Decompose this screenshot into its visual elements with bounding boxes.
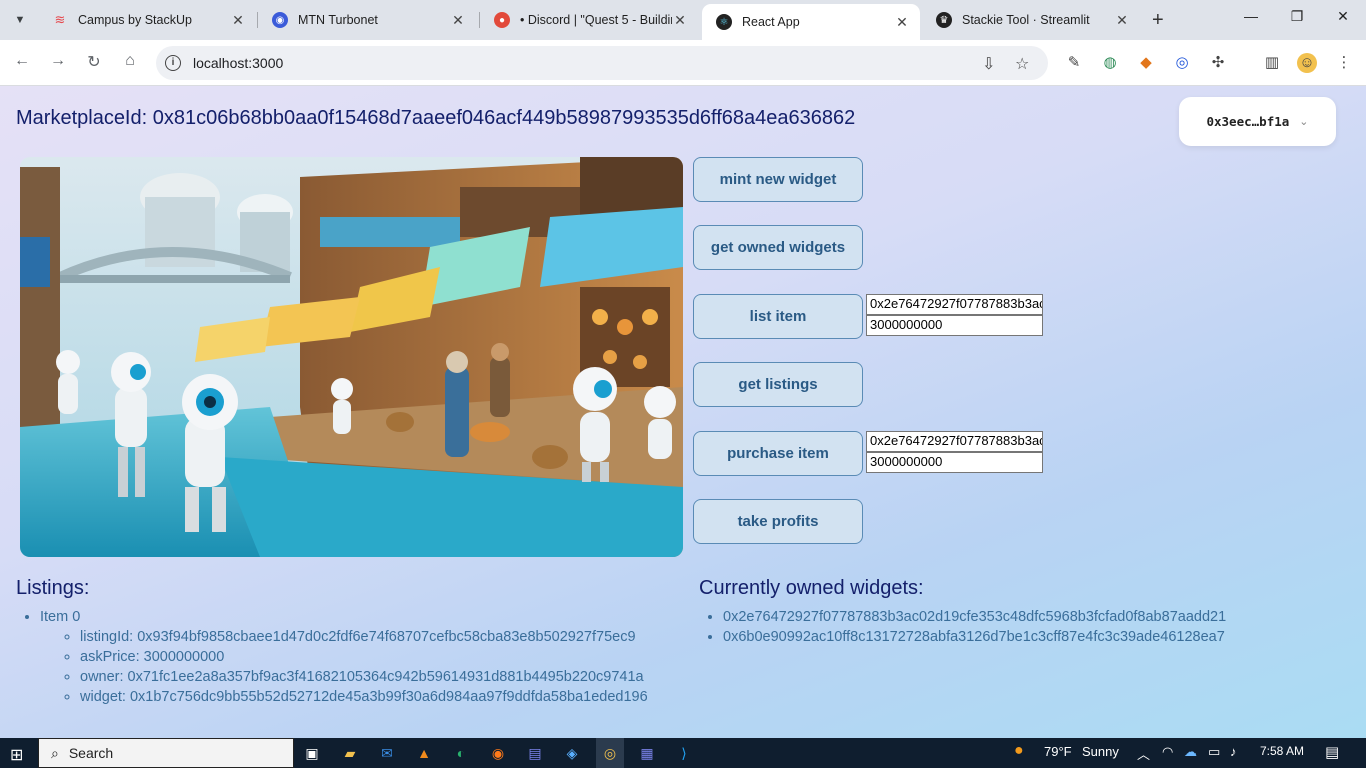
purchase-price-input[interactable]: 3000000000	[866, 452, 1043, 473]
firefox-icon[interactable]: ◉	[485, 742, 511, 764]
forward-arrow-icon[interactable]: →	[47, 52, 69, 70]
list-item-button[interactable]: list item	[693, 294, 863, 339]
battery-icon[interactable]: ▭	[1208, 744, 1220, 760]
app-shield-icon[interactable]: ◈	[559, 742, 585, 764]
list-item: Item 0 listingId: 0x93f94bf9858cbaee1d47…	[40, 607, 648, 707]
marketplace-id-title: MarketplaceId: 0x81c06b68bb0aa0f15468d7a…	[16, 107, 856, 129]
teams-alt-icon[interactable]: ▦	[634, 742, 660, 764]
tab-streamlit[interactable]: ♛ Stackie Tool · Streamlit ✕	[922, 4, 1140, 36]
close-icon[interactable]: ✕	[1114, 12, 1130, 29]
close-icon[interactable]: ✕	[230, 12, 246, 29]
home-icon[interactable]: ⌂	[119, 52, 141, 70]
listings-heading: Listings:	[16, 577, 90, 599]
weather-text[interactable]: Sunny	[1082, 744, 1119, 759]
take-profits-button[interactable]: take profits	[693, 499, 863, 544]
volume-icon[interactable]: ♪	[1230, 744, 1237, 759]
stackup-icon: ≋	[54, 12, 66, 27]
owned-widgets-list: 0x2e76472927f07787883b3ac02d19cfe353c48d…	[699, 607, 1226, 647]
weather-temp[interactable]: 79°F	[1044, 744, 1072, 759]
taskbar-search-box[interactable]: ⌕ Search	[38, 738, 294, 768]
list-item: 0x2e76472927f07787883b3ac02d19cfe353c48d…	[723, 607, 1226, 627]
tab-discord[interactable]: ● • Discord | "Quest 5 - Buildin ✕	[480, 4, 698, 36]
windows-start-icon[interactable]: ⊞	[10, 745, 23, 765]
wallet-extension-icon[interactable]: ◎	[1172, 53, 1192, 73]
address-bar[interactable]: i localhost:3000 ⇩ ☆	[156, 46, 1048, 80]
listing-id: listingId: 0x93f94bf9858cbaee1d47d0c2fdf…	[80, 627, 648, 647]
chrome-icon[interactable]: ◎	[597, 742, 623, 764]
listings-list: Item 0 listingId: 0x93f94bf9858cbaee1d47…	[16, 607, 648, 707]
windows-taskbar: ⊞ ⌕ Search ▣ ▰ ✉ ▲ ◐ ◉ ▤ ◈ ◎ ▦ ⟩ ● 79°F …	[0, 738, 1366, 768]
discord-icon: ●	[494, 12, 510, 28]
tab-mtn[interactable]: ◉ MTN Turbonet ✕	[258, 4, 476, 36]
react-icon: ⚛	[716, 14, 732, 30]
wallet-connect-button[interactable]: 0x3eec…bf1a ⌄	[1179, 97, 1336, 146]
menu-kebab-icon[interactable]: ⋮	[1334, 53, 1354, 73]
edge-icon[interactable]: ◐	[448, 742, 474, 764]
weather-sun-icon[interactable]: ●	[1014, 742, 1024, 760]
wifi-icon[interactable]: ◠	[1162, 744, 1173, 760]
purchase-item-button[interactable]: purchase item	[693, 431, 863, 476]
search-icon: ⌕	[51, 744, 59, 761]
tab-title: React App	[742, 15, 800, 29]
marketplace-illustration	[20, 157, 683, 557]
vlc-icon[interactable]: ▲	[411, 742, 437, 764]
tab-react-app[interactable]: ⚛ React App ✕	[702, 4, 920, 40]
close-icon[interactable]: ✕	[672, 12, 688, 29]
reload-icon[interactable]: ↻	[83, 52, 105, 72]
owned-widgets-heading: Currently owned widgets:	[699, 577, 924, 599]
task-view-icon[interactable]: ▣	[299, 742, 325, 764]
list-item: 0x6b0e90992ac10ff8c13172728abfa3126d7be1…	[723, 627, 1226, 647]
minimize-icon[interactable]: —	[1228, 8, 1274, 24]
file-explorer-icon[interactable]: ▰	[337, 742, 363, 764]
listing-ask-price: askPrice: 3000000000	[80, 647, 648, 667]
close-icon[interactable]: ✕	[894, 14, 910, 31]
mint-new-widget-button[interactable]: mint new widget	[693, 157, 863, 202]
tab-title: Campus by StackUp	[78, 13, 192, 27]
url-text[interactable]: localhost:3000	[193, 55, 283, 71]
clock-time[interactable]: 7:58 AM	[1260, 744, 1304, 758]
listing-widget: widget: 0x1b7c756dc9bb55b52d52712de45a3b…	[80, 687, 648, 707]
chevron-down-icon: ⌄	[1299, 115, 1309, 128]
tab-search-chevron-icon[interactable]: ▼	[8, 8, 32, 32]
purchase-widget-id-input[interactable]: 0x2e76472927f07787883b3ac02d19cfe353c48d…	[866, 431, 1043, 452]
side-panel-icon[interactable]: ▥	[1262, 53, 1282, 73]
list-widget-id-input[interactable]: 0x2e76472927f07787883b3ac02d19cfe353c48d…	[866, 294, 1043, 315]
browser-tabstrip: ▼ ≋ Campus by StackUp ✕ ◉ MTN Turbonet ✕…	[0, 0, 1366, 40]
browser-toolbar: ← → ↻ ⌂ i localhost:3000 ⇩ ☆ ✎ ◍ ◆ ◎ ✣ ▥…	[0, 40, 1366, 86]
close-icon[interactable]: ✕	[450, 12, 466, 29]
tab-title: Stackie Tool · Streamlit	[962, 13, 1090, 27]
tab-campus[interactable]: ≋ Campus by StackUp ✕	[38, 4, 256, 36]
profile-avatar[interactable]: ☺	[1297, 53, 1317, 73]
restore-icon[interactable]: ❐	[1274, 8, 1320, 25]
tab-title: MTN Turbonet	[298, 13, 378, 27]
window-close-icon[interactable]: ✕	[1320, 8, 1366, 25]
wallet-address: 0x3eec…bf1a	[1206, 114, 1290, 129]
metamask-fox-icon[interactable]: ◆	[1136, 53, 1156, 73]
listing-label: Item 0	[40, 609, 81, 625]
taskbar-search-label: Search	[68, 745, 114, 761]
globe-extension-icon[interactable]: ◍	[1100, 53, 1120, 73]
listing-owner: owner: 0x71fc1ee2a8a357bf9ac3f4168210536…	[80, 667, 648, 687]
puzzle-extensions-icon[interactable]: ✣	[1208, 53, 1228, 73]
app-page: MarketplaceId: 0x81c06b68bb0aa0f15468d7a…	[0, 86, 1366, 738]
tab-title: • Discord | "Quest 5 - Buildin	[520, 13, 672, 27]
get-listings-button[interactable]: get listings	[693, 362, 863, 407]
notifications-icon[interactable]: ▤	[1325, 743, 1339, 761]
tray-chevron-up-icon[interactable]: ︿	[1137, 744, 1150, 763]
teams-icon[interactable]: ▤	[522, 742, 548, 764]
onedrive-cloud-icon[interactable]: ☁	[1184, 744, 1197, 760]
new-tab-plus-icon[interactable]: +	[1152, 10, 1164, 30]
vscode-icon[interactable]: ⟩	[671, 742, 697, 764]
mail-icon[interactable]: ✉	[374, 742, 400, 764]
list-price-input[interactable]: 3000000000	[866, 315, 1043, 336]
pen-extension-icon[interactable]: ✎	[1064, 53, 1084, 73]
globe-icon: ◉	[272, 12, 288, 28]
back-arrow-icon[interactable]: ←	[11, 52, 33, 70]
install-app-icon[interactable]: ⇩	[982, 54, 995, 74]
site-info-icon[interactable]: i	[165, 55, 181, 71]
crown-icon: ♛	[936, 12, 952, 28]
bookmark-star-icon[interactable]: ☆	[1015, 54, 1029, 74]
get-owned-widgets-button[interactable]: get owned widgets	[693, 225, 863, 270]
